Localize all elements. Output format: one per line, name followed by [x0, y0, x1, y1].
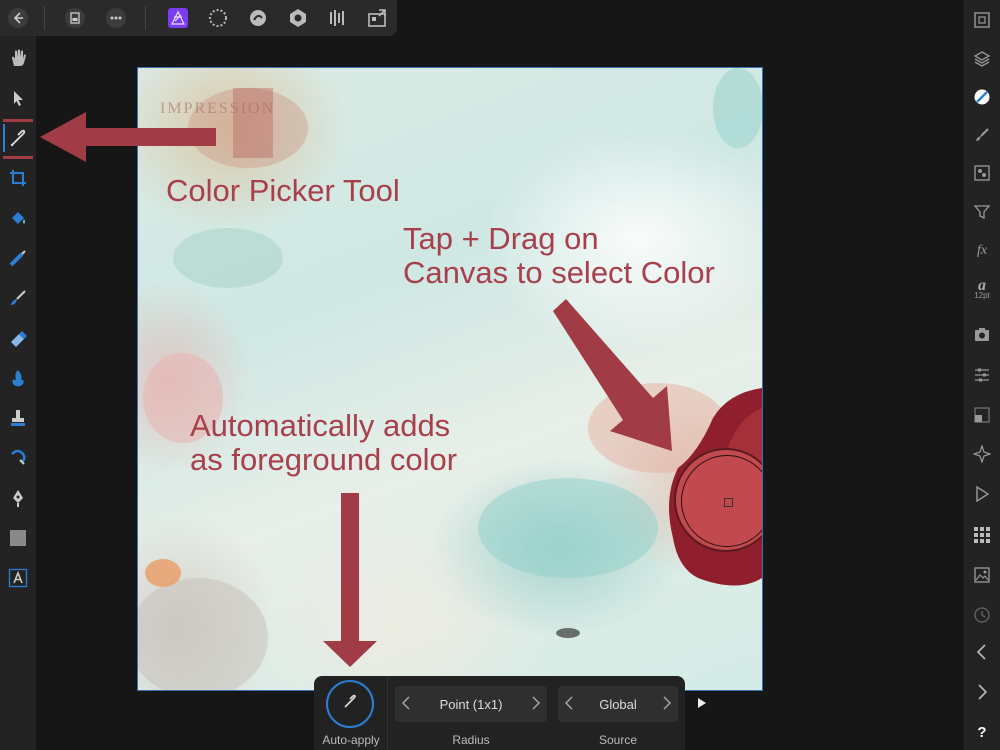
- annotation-auto-adds-1: Automatically adds: [190, 408, 451, 443]
- radius-label: Radius: [452, 733, 490, 747]
- chevron-right-icon[interactable]: [970, 680, 994, 704]
- layers-icon[interactable]: [970, 47, 994, 71]
- crop-icon[interactable]: [6, 166, 30, 190]
- navigator-icon[interactable]: [970, 8, 994, 32]
- navigator-cross-icon[interactable]: [970, 442, 994, 466]
- help-icon[interactable]: ?: [970, 720, 994, 744]
- swatches-icon[interactable]: [970, 523, 994, 547]
- adjustments-icon[interactable]: [970, 363, 994, 387]
- gradient-tool-icon[interactable]: [6, 246, 30, 270]
- hand-icon[interactable]: [6, 46, 30, 70]
- chevron-left-icon[interactable]: [395, 695, 411, 714]
- channels-icon[interactable]: [970, 161, 994, 185]
- brushes-icon[interactable]: [970, 123, 994, 147]
- source-value: Global: [599, 696, 637, 712]
- color-picker-icon[interactable]: [6, 126, 30, 150]
- annotation-tap-drag-1: Tap + Drag on: [403, 221, 599, 256]
- document-canvas[interactable]: IMPRESSION: [137, 67, 763, 691]
- pen-tool-icon[interactable]: [6, 486, 30, 510]
- paint-brush-icon[interactable]: [6, 286, 30, 310]
- chevron-right-icon[interactable]: [662, 695, 678, 714]
- erase-brush-icon[interactable]: [6, 326, 30, 350]
- expand-toolbar-icon[interactable]: [696, 696, 708, 714]
- annotation-tap-drag-2: Canvas to select Color: [403, 255, 715, 290]
- move-arrow-icon[interactable]: [6, 86, 30, 110]
- color-picker-icon: [342, 694, 358, 715]
- artistic-text-icon[interactable]: [6, 566, 30, 590]
- selection-marker-top: [3, 119, 33, 122]
- macro-play-icon[interactable]: [970, 482, 994, 506]
- annotation-auto-adds-2: as foreground color: [190, 442, 458, 477]
- auto-apply-label: Auto-apply: [322, 733, 380, 747]
- canvas-stamp-text: IMPRESSION: [160, 100, 276, 117]
- tone-mapping-persona-icon[interactable]: [327, 7, 349, 29]
- transform-icon[interactable]: [970, 403, 994, 427]
- more-icon[interactable]: [105, 7, 127, 29]
- photo-persona-icon[interactable]: [167, 7, 189, 29]
- snapshots-icon[interactable]: [970, 323, 994, 347]
- document-icon[interactable]: [64, 7, 86, 29]
- selection-marker-bottom: [3, 156, 33, 159]
- chevron-left-icon[interactable]: [970, 640, 994, 664]
- chevron-left-icon[interactable]: [558, 695, 574, 714]
- back-icon[interactable]: [7, 7, 29, 29]
- top-toolbar: [0, 0, 397, 36]
- fx-icon[interactable]: fx: [970, 239, 994, 263]
- history-icon[interactable]: [970, 603, 994, 627]
- studio-panel-bar: fx a 12pt ?: [963, 0, 1000, 750]
- tools-panel: [0, 36, 36, 750]
- chevron-right-icon[interactable]: [531, 695, 547, 714]
- filters-icon[interactable]: [970, 200, 994, 224]
- flood-fill-icon[interactable]: [6, 206, 30, 230]
- radius-selector[interactable]: Point (1x1): [395, 686, 547, 722]
- loupe-center-square: [724, 498, 733, 507]
- develop-persona-icon[interactable]: [287, 7, 309, 29]
- annotation-color-picker: Color Picker Tool: [166, 173, 400, 208]
- radius-value: Point (1x1): [439, 696, 503, 712]
- selection-persona-icon[interactable]: [207, 7, 229, 29]
- liquify-persona-icon[interactable]: [247, 7, 269, 29]
- text-style-icon[interactable]: a 12pt: [970, 278, 994, 303]
- context-toolbar: Auto-apply Point (1x1) Radius Global Sou…: [314, 676, 685, 750]
- auto-apply-button[interactable]: [326, 680, 374, 728]
- image-icon[interactable]: [970, 563, 994, 587]
- color-icon[interactable]: [970, 85, 994, 109]
- burn-icon[interactable]: [6, 366, 30, 390]
- export-persona-icon[interactable]: [366, 7, 388, 29]
- clone-stamp-icon[interactable]: [6, 406, 30, 430]
- source-selector[interactable]: Global: [558, 686, 678, 722]
- source-label: Source: [598, 733, 638, 747]
- rectangle-shape-icon[interactable]: [6, 526, 30, 550]
- canvas-artwork: [138, 68, 762, 690]
- healing-icon[interactable]: [6, 446, 30, 470]
